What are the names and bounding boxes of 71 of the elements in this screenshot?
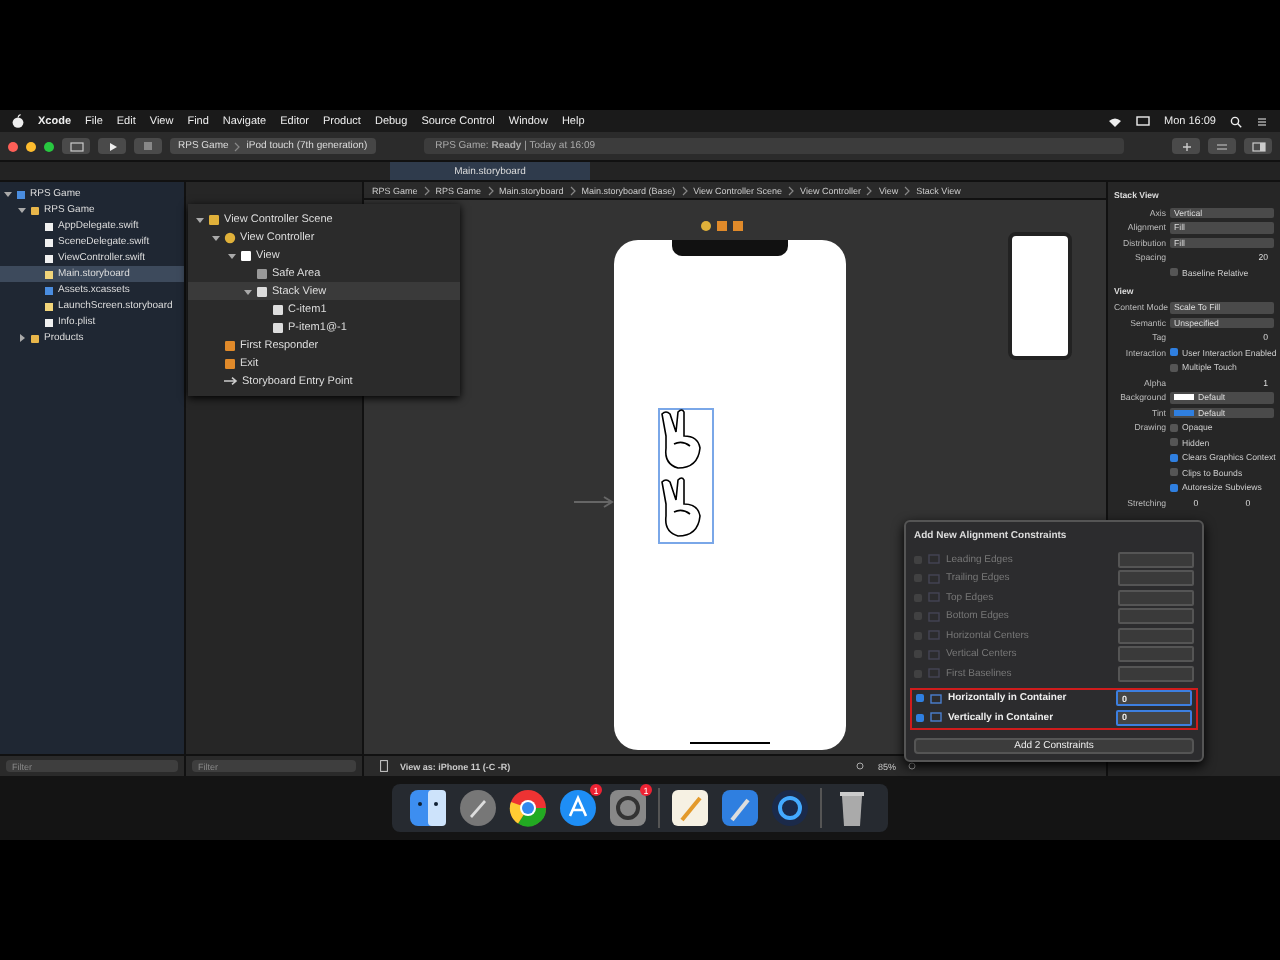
arrow-icon bbox=[224, 376, 238, 386]
chevron-icon bbox=[234, 141, 241, 151]
apple-logo-icon[interactable] bbox=[12, 114, 24, 128]
exit-icon bbox=[224, 357, 236, 369]
entry-arrow-icon bbox=[574, 496, 614, 508]
checkbox[interactable] bbox=[1170, 438, 1178, 447]
zoom-button[interactable] bbox=[44, 141, 54, 151]
review-button[interactable] bbox=[1208, 138, 1236, 154]
browser-icon[interactable] bbox=[508, 788, 548, 828]
checkbox[interactable] bbox=[1170, 423, 1178, 432]
zoom-in-icon[interactable] bbox=[908, 761, 918, 771]
quicktime-icon[interactable] bbox=[770, 788, 810, 828]
play-icon bbox=[107, 141, 117, 151]
checkbox[interactable] bbox=[1170, 268, 1178, 277]
hand-drawing bbox=[658, 408, 706, 472]
checkbox[interactable] bbox=[916, 694, 924, 703]
device-icon[interactable] bbox=[380, 760, 388, 772]
cube-icon bbox=[224, 339, 236, 351]
checkbox[interactable] bbox=[1170, 348, 1178, 357]
chevron-icon bbox=[904, 185, 911, 195]
zoom-out-icon[interactable] bbox=[855, 761, 866, 771]
stack-view bbox=[658, 408, 714, 544]
lines-icon bbox=[1216, 141, 1228, 151]
disclosure-triangle-icon[interactable] bbox=[212, 233, 220, 241]
stop-button[interactable] bbox=[134, 138, 162, 154]
chevron-icon bbox=[569, 185, 576, 195]
close-button[interactable] bbox=[8, 141, 18, 151]
pencil-icon[interactable] bbox=[670, 788, 710, 828]
display-icon[interactable] bbox=[1136, 115, 1150, 127]
panel-icon bbox=[1251, 141, 1265, 151]
disclosure-triangle-icon[interactable] bbox=[244, 287, 252, 295]
chevron-icon bbox=[681, 185, 688, 195]
chevron-icon bbox=[423, 185, 430, 195]
phone-notch bbox=[672, 240, 788, 256]
square-icon bbox=[240, 249, 252, 261]
library-button[interactable] bbox=[1172, 138, 1200, 154]
chevron-icon bbox=[487, 185, 494, 195]
home-indicator bbox=[690, 741, 770, 744]
folder-icon bbox=[30, 205, 40, 215]
hand-drawing bbox=[658, 476, 706, 540]
minimize-button[interactable] bbox=[26, 141, 36, 151]
sidebar-icon bbox=[69, 141, 83, 151]
inspector-toggle-button[interactable] bbox=[1244, 138, 1272, 154]
search-icon[interactable] bbox=[1230, 115, 1242, 127]
finder-icon[interactable] bbox=[408, 788, 448, 828]
chevron-icon bbox=[788, 185, 795, 195]
square-icon bbox=[256, 267, 268, 279]
sidebar-toggle-button[interactable] bbox=[62, 138, 90, 154]
scene-icon bbox=[208, 213, 220, 225]
stack-icon bbox=[256, 285, 268, 297]
checkbox[interactable] bbox=[916, 713, 924, 722]
app-store-icon[interactable] bbox=[558, 788, 598, 828]
gear-icon[interactable] bbox=[608, 788, 648, 828]
folder-icon bbox=[30, 333, 40, 343]
checkbox[interactable] bbox=[1170, 453, 1178, 462]
checkbox[interactable] bbox=[1170, 468, 1178, 477]
scene-thumbnail bbox=[1008, 232, 1072, 360]
scene-dock-icon bbox=[700, 220, 744, 232]
list-icon[interactable] bbox=[1256, 115, 1268, 127]
chevron-icon bbox=[866, 185, 873, 195]
checkbox[interactable] bbox=[1170, 363, 1178, 372]
disclosure-triangle-icon[interactable] bbox=[196, 215, 204, 223]
disclosure-triangle-icon[interactable] bbox=[228, 251, 236, 259]
plus-icon bbox=[1181, 141, 1191, 151]
file-icon bbox=[16, 189, 26, 199]
stop-icon bbox=[144, 142, 152, 150]
run-button[interactable] bbox=[98, 138, 126, 154]
checkbox[interactable] bbox=[1170, 483, 1178, 492]
circle-icon bbox=[224, 231, 236, 243]
wifi-icon[interactable] bbox=[1108, 115, 1122, 127]
disclosure-triangle-icon[interactable] bbox=[18, 334, 26, 342]
